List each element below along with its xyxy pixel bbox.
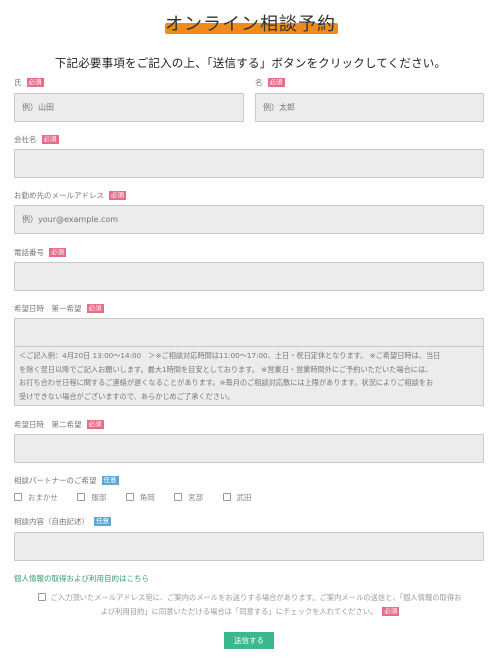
required-badge: 必須 (41, 135, 59, 144)
content-label: 相談内容（自由記述） 任意 (14, 517, 111, 527)
consent-checkbox[interactable] (38, 593, 47, 601)
email-input[interactable] (14, 205, 484, 234)
date-note-line: を除く翌日以降でご記入お願いします。最大1時間を目安としております。 ※営業日・… (19, 364, 433, 374)
date1-label: 希望日時 第一希望 必須 (14, 304, 104, 314)
company-input[interactable] (14, 149, 484, 178)
required-badge: 必須 (382, 607, 400, 616)
partner-option-miyabe[interactable]: 宮部 (174, 492, 203, 503)
required-badge: 必須 (26, 78, 44, 87)
email-label: お勤め先のメールアドレス 必須 (14, 191, 126, 201)
date2-input[interactable] (14, 434, 484, 463)
checkbox[interactable] (77, 493, 86, 501)
first-name-input[interactable] (255, 93, 484, 122)
partner-option-label: 服部 (91, 493, 107, 502)
required-badge: 必須 (86, 420, 104, 429)
page-title: オンライン相談予約 (163, 10, 338, 36)
partner-option-label: 角岡 (139, 493, 155, 502)
date2-label-text: 希望日時 第二希望 (14, 420, 82, 429)
required-badge: 必須 (86, 304, 104, 313)
last-name-input[interactable] (14, 93, 244, 122)
consent-line: ご入力頂いたメールアドレス宛に、ご案内のメールをお送りする場合があります。ご案内… (14, 591, 486, 605)
form-instructions: 下記必要事項をご記入の上、「送信する」ボタンをクリックしてください。 (54, 56, 447, 70)
partner-options: おまかせ 服部 角岡 宮部 武田 (14, 492, 269, 503)
first-name-label-text: 名 (255, 78, 263, 87)
phone-label-text: 電話番号 (14, 248, 44, 257)
phone-input[interactable] (14, 262, 484, 291)
partner-option-hattori[interactable]: 服部 (77, 492, 106, 503)
first-name-label: 名必須 (255, 78, 285, 88)
checkbox[interactable] (222, 493, 231, 501)
email-label-text: お勤め先のメールアドレス (14, 191, 104, 200)
consent-text: よび利用目的」に同意いただける場合は「同意する」にチェックを入れてください。 (100, 607, 378, 616)
date-note: ＜ご記入例：4月20日 13:00〜14:00 ＞※ご相談対応時間は11:00〜… (14, 347, 484, 406)
checkbox[interactable] (14, 493, 22, 501)
required-badge: 必須 (109, 191, 126, 200)
consent-block: ご入力頂いたメールアドレス宛に、ご案内のメールをお送りする場合があります。ご案内… (14, 591, 486, 619)
date-note-line: 受けできない場合がございますので、あらかじめご了承ください。 (19, 391, 235, 401)
partner-option-label: おまかせ (28, 493, 58, 502)
date-note-line: お打ち合わせ日程に関するご連絡が遅くなることがあります。※毎月のご相談対応数には… (19, 378, 434, 387)
consent-text: ご入力頂いたメールアドレス宛に、ご案内のメールをお送りする場合があります。ご案内… (50, 593, 462, 602)
company-label-text: 会社名 (14, 135, 37, 144)
required-badge: 必須 (49, 248, 66, 257)
page-header: オンライン相談予約 (0, 10, 501, 36)
checkbox[interactable] (174, 493, 183, 501)
phone-label: 電話番号 必須 (14, 248, 66, 258)
partner-option-omakase[interactable]: おまかせ (14, 492, 58, 503)
checkbox[interactable] (125, 493, 134, 501)
consent-line: よび利用目的」に同意いただける場合は「同意する」にチェックを入れてください。 必須 (14, 605, 486, 619)
required-badge: 必須 (267, 78, 285, 87)
partner-option-kadooka[interactable]: 角岡 (125, 492, 155, 503)
optional-badge: 任意 (101, 476, 119, 485)
company-label: 会社名 必須 (14, 135, 59, 145)
optional-badge: 任意 (94, 517, 111, 526)
partner-option-label: 武田 (236, 493, 252, 502)
submit-button[interactable]: 送信する (224, 632, 274, 649)
date1-input[interactable] (14, 318, 484, 347)
page-title-text: オンライン相談予約 (165, 14, 336, 35)
content-textarea[interactable] (14, 532, 484, 561)
privacy-policy-link[interactable]: 個人情報の取得および利用目的はこちら (14, 573, 149, 584)
content-label-text: 相談内容（自由記述） (14, 517, 89, 526)
last-name-label: 氏必須 (14, 78, 44, 88)
partner-option-label: 宮部 (188, 493, 204, 502)
date-note-line: ＜ご記入例：4月20日 13:00〜14:00 ＞※ご相談対応時間は11:00〜… (19, 351, 441, 360)
partner-label: 相談パートナーのご希望 任意 (14, 476, 119, 486)
date2-label: 希望日時 第二希望 必須 (14, 420, 104, 430)
last-name-label-text: 氏 (14, 78, 22, 87)
partner-option-takeda[interactable]: 武田 (222, 492, 252, 503)
date1-label-text: 希望日時 第一希望 (14, 304, 82, 313)
partner-label-text: 相談パートナーのご希望 (14, 476, 97, 485)
